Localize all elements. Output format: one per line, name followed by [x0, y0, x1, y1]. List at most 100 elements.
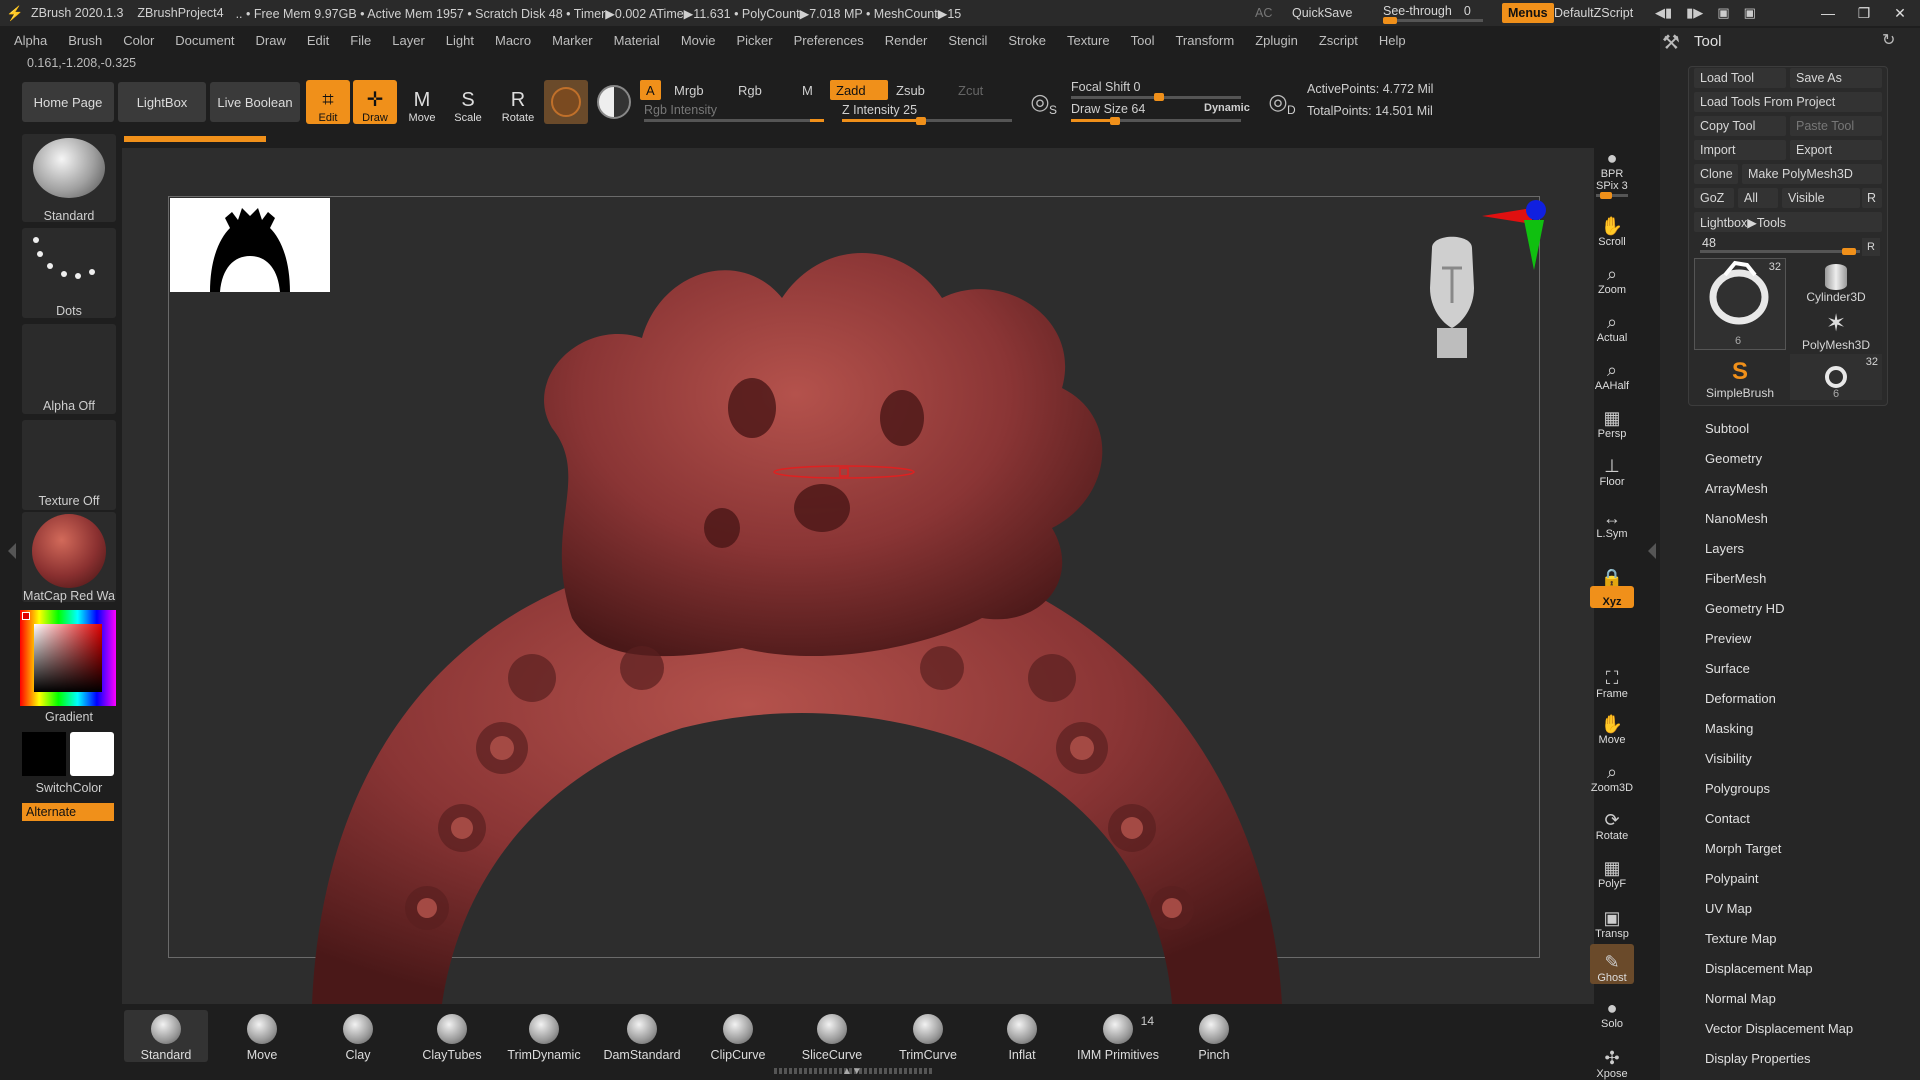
tool-thumb-simplebrush[interactable]: S SimpleBrush	[1694, 354, 1786, 400]
load-tool-button[interactable]: Load Tool	[1694, 68, 1786, 88]
brush-claytubes[interactable]: ClayTubes	[410, 1010, 494, 1062]
brush-slicecurve[interactable]: SliceCurve	[790, 1010, 874, 1062]
copy-tool-button[interactable]: Copy Tool	[1694, 116, 1786, 136]
subpalette-displacement-map[interactable]: Displacement Map	[1705, 961, 1813, 976]
main-color-swatch[interactable]	[22, 732, 66, 776]
dynamic-toggle[interactable]: Dynamic	[1204, 102, 1250, 114]
menu-transform[interactable]: Transform	[1175, 33, 1234, 48]
layout-a-icon[interactable]: ▣	[1717, 5, 1729, 21]
alternate-button[interactable]: Alternate	[22, 803, 114, 821]
gradient-ball-button[interactable]	[592, 80, 636, 124]
import-button[interactable]: Import	[1694, 140, 1786, 160]
brush-damstandard[interactable]: DamStandard	[600, 1010, 684, 1062]
goz-button[interactable]: GoZ	[1694, 188, 1734, 208]
tool-palette-pin-icon[interactable]: ⚒	[1662, 30, 1680, 55]
menu-file[interactable]: File	[350, 33, 371, 48]
menu-color[interactable]: Color	[123, 33, 154, 48]
view-rotate-button[interactable]: ⟳ Rotate	[1590, 802, 1634, 842]
m-toggle[interactable]: M	[796, 80, 819, 100]
view-polyf-button[interactable]: ▦ PolyF	[1590, 850, 1634, 890]
menu-render[interactable]: Render	[885, 33, 928, 48]
menu-help[interactable]: Help	[1379, 33, 1406, 48]
tool-count-r-button[interactable]: R	[1862, 238, 1880, 256]
view-zoom3d-button[interactable]: ⌕ Zoom3D	[1590, 754, 1634, 794]
palette-right-icon[interactable]: ▮▶	[1686, 5, 1703, 21]
z-intensity-knob[interactable]	[916, 117, 926, 125]
layout-b-icon[interactable]: ▣	[1744, 5, 1756, 21]
brush-pinch[interactable]: Pinch	[1172, 1010, 1256, 1062]
subpalette-uv-map[interactable]: UV Map	[1705, 901, 1752, 916]
view-move-button[interactable]: ✋ Move	[1590, 706, 1634, 746]
subpalette-morph-target[interactable]: Morph Target	[1705, 841, 1781, 856]
subpalette-deformation[interactable]: Deformation	[1705, 691, 1776, 706]
export-button[interactable]: Export	[1790, 140, 1882, 160]
edit-mode-button[interactable]: ⌗ Edit	[306, 80, 350, 124]
material-swatch-button[interactable]	[544, 80, 588, 124]
view-ghost-button[interactable]: ✎ Ghost	[1590, 944, 1634, 984]
close-icon[interactable]: ✕	[1882, 5, 1918, 22]
view-lock-button[interactable]: 🔒	[1590, 548, 1634, 588]
subpalette-nanomesh[interactable]: NanoMesh	[1705, 511, 1768, 526]
shelf-arrows-icon[interactable]: ▲▼	[842, 1066, 862, 1077]
subpalette-masking[interactable]: Masking	[1705, 721, 1753, 736]
subpalette-subtool[interactable]: Subtool	[1705, 421, 1749, 436]
view-lsym-button[interactable]: ↔ L.Sym	[1590, 500, 1634, 540]
draw-mode-button[interactable]: ✛ Draw	[353, 80, 397, 124]
lightbox-button[interactable]: LightBox	[118, 82, 206, 122]
view-scroll-button[interactable]: ✋ Scroll	[1590, 208, 1634, 248]
scale-mode-button[interactable]: S Scale	[446, 80, 490, 124]
rotate-mode-button[interactable]: R Rotate	[496, 80, 540, 124]
color-square[interactable]	[34, 624, 102, 692]
subpalette-normal-map[interactable]: Normal Map	[1705, 991, 1776, 1006]
brush-inflat[interactable]: Inflat	[980, 1010, 1064, 1062]
brush-clay[interactable]: Clay	[316, 1010, 400, 1062]
subpalette-arraymesh[interactable]: ArrayMesh	[1705, 481, 1768, 496]
layout-icons[interactable]: ◀▮ ▮▶ ▣ ▣	[1655, 0, 1756, 26]
menu-picker[interactable]: Picker	[737, 33, 773, 48]
save-as-button[interactable]: Save As	[1790, 68, 1882, 88]
tool-thumb-ring[interactable]: 32 6	[1694, 258, 1786, 350]
subpalette-contact[interactable]: Contact	[1705, 811, 1750, 826]
draw-size-knob[interactable]	[1110, 117, 1120, 125]
menu-movie[interactable]: Movie	[681, 33, 716, 48]
tool-count-knob[interactable]	[1842, 248, 1856, 255]
lightbox-tools-button[interactable]: Lightbox▶Tools	[1694, 212, 1882, 232]
subpalette-geometry-hd[interactable]: Geometry HD	[1705, 601, 1784, 616]
switchcolor-button[interactable]: SwitchColor	[22, 781, 116, 795]
live-boolean-button[interactable]: Live Boolean	[210, 82, 300, 122]
tool-thumb-cylinder3d[interactable]: Cylinder3D	[1790, 258, 1882, 304]
subpalette-geometry[interactable]: Geometry	[1705, 451, 1762, 466]
a-toggle[interactable]: A	[640, 80, 661, 100]
focal-shift-knob[interactable]	[1154, 93, 1164, 101]
menu-light[interactable]: Light	[446, 33, 474, 48]
minimize-icon[interactable]: —	[1810, 5, 1846, 21]
brush-trimdynamic[interactable]: TrimDynamic	[502, 1010, 586, 1062]
axis-gizmo-icon[interactable]	[1462, 194, 1562, 274]
subpalette-display-properties[interactable]: Display Properties	[1705, 1051, 1811, 1066]
menu-macro[interactable]: Macro	[495, 33, 531, 48]
subpalette-vector-displacement-map[interactable]: Vector Displacement Map	[1705, 1021, 1853, 1036]
subpalette-visibility[interactable]: Visibility	[1705, 751, 1752, 766]
zsub-toggle[interactable]: Zsub	[890, 80, 931, 100]
menus-toggle[interactable]: Menus	[1502, 0, 1554, 26]
brush-clipcurve[interactable]: ClipCurve	[696, 1010, 780, 1062]
menu-preferences[interactable]: Preferences	[794, 33, 864, 48]
zcut-toggle[interactable]: Zcut	[952, 80, 989, 100]
menu-tool[interactable]: Tool	[1131, 33, 1155, 48]
view-xyz-button[interactable]: Xyz	[1590, 586, 1634, 608]
view-actual-button[interactable]: ⌕ Actual	[1590, 304, 1634, 344]
tool-thumb-ring-small[interactable]: 32 6	[1790, 354, 1882, 400]
brush-trimcurve[interactable]: TrimCurve	[886, 1010, 970, 1062]
menu-marker[interactable]: Marker	[552, 33, 592, 48]
view-bpr-button[interactable]: ● BPR	[1590, 140, 1634, 180]
quicksave-button[interactable]: QuickSave	[1292, 0, 1352, 26]
menu-layer[interactable]: Layer	[392, 33, 425, 48]
subpalette-layers[interactable]: Layers	[1705, 541, 1744, 556]
move-mode-button[interactable]: M Move	[400, 80, 444, 124]
menu-edit[interactable]: Edit	[307, 33, 329, 48]
menu-document[interactable]: Document	[175, 33, 234, 48]
ring-model[interactable]	[122, 148, 1594, 1004]
menu-texture[interactable]: Texture	[1067, 33, 1110, 48]
subpalette-surface[interactable]: Surface	[1705, 661, 1750, 676]
subpalette-fibermesh[interactable]: FiberMesh	[1705, 571, 1766, 586]
